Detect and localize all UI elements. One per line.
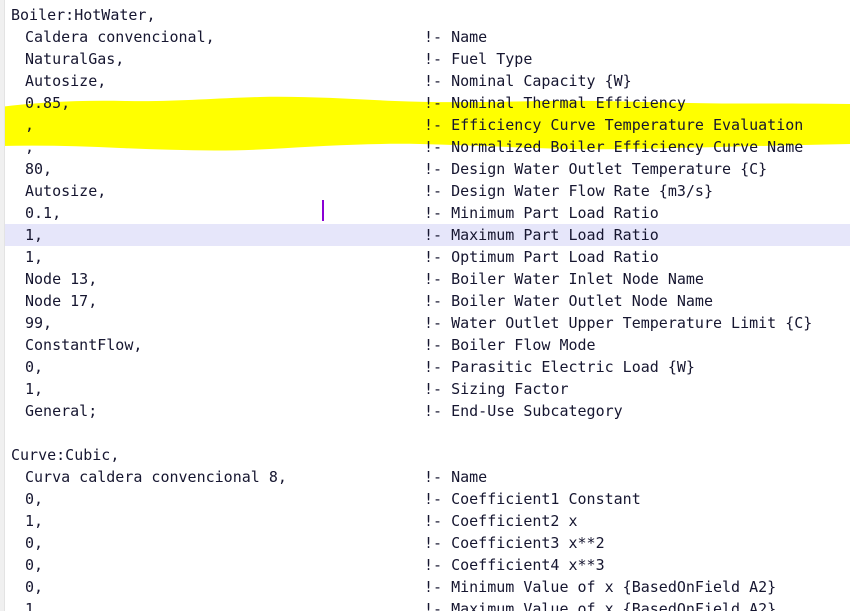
field-value[interactable]: General;: [25, 400, 97, 422]
field-comment[interactable]: !- End-Use Subcategory: [424, 400, 623, 422]
field-value[interactable]: NaturalGas,: [25, 48, 124, 70]
code-line[interactable]: NaturalGas, !- Fuel Type: [0, 48, 850, 70]
field-comment[interactable]: !- Minimum Part Load Ratio: [424, 202, 659, 224]
field-comment[interactable]: !- Name: [424, 26, 487, 48]
field-value[interactable]: Autosize,: [25, 180, 106, 202]
field-comment[interactable]: !- Maximum Value of x {BasedOnField A2}: [424, 598, 776, 611]
code-line[interactable]: Boiler:HotWater,: [0, 4, 850, 26]
field-comment[interactable]: !- Efficiency Curve Temperature Evaluati…: [424, 114, 803, 136]
field-value[interactable]: 1,: [25, 510, 43, 532]
field-value[interactable]: 1,: [25, 598, 43, 611]
field-value[interactable]: 99,: [25, 312, 52, 334]
field-comment[interactable]: !- Boiler Water Inlet Node Name: [424, 268, 704, 290]
code-line[interactable]: 1, !- Sizing Factor: [0, 378, 850, 400]
field-value[interactable]: 0,: [25, 356, 43, 378]
field-comment[interactable]: !- Coefficient1 Constant: [424, 488, 641, 510]
field-comment[interactable]: !- Optimum Part Load Ratio: [424, 246, 659, 268]
code-line[interactable]: 1, !- Coefficient2 x: [0, 510, 850, 532]
field-value[interactable]: Autosize,: [25, 70, 106, 92]
code-line[interactable]: 80, !- Design Water Outlet Temperature {C…: [0, 158, 850, 180]
field-value[interactable]: ConstantFlow,: [25, 334, 142, 356]
code-line[interactable]: ConstantFlow, !- Boiler Flow Mode: [0, 334, 850, 356]
code-line[interactable]: 1, !- Maximum Value of x {BasedOnField A2…: [0, 598, 850, 611]
field-value[interactable]: Node 17,: [25, 290, 97, 312]
field-value[interactable]: 0,: [25, 532, 43, 554]
field-value[interactable]: Node 13,: [25, 268, 97, 290]
code-line[interactable]: 0, !- Parasitic Electric Load {W}: [0, 356, 850, 378]
code-line[interactable]: Node 17, !- Boiler Water Outlet Node Name: [0, 290, 850, 312]
field-comment[interactable]: !- Coefficient3 x**2: [424, 532, 605, 554]
field-value[interactable]: 0.1,: [25, 202, 61, 224]
code-line[interactable]: Node 13, !- Boiler Water Inlet Node Name: [0, 268, 850, 290]
code-line[interactable]: 0.85, !- Nominal Thermal Efficiency: [0, 92, 850, 114]
code-line[interactable]: Curva caldera convencional 8, !- Name: [0, 466, 850, 488]
field-value[interactable]: 1,: [25, 246, 43, 268]
code-line[interactable]: 0.1, !- Minimum Part Load Ratio: [0, 202, 850, 224]
field-comment[interactable]: !- Water Outlet Upper Temperature Limit …: [424, 312, 812, 334]
field-comment[interactable]: !- Minimum Value of x {BasedOnField A2}: [424, 576, 776, 598]
editor-gutter: [0, 0, 5, 611]
code-line[interactable]: 0, !- Coefficient3 x**2: [0, 532, 850, 554]
field-comment[interactable]: !- Name: [424, 466, 487, 488]
idf-text-editor[interactable]: Boiler:HotWater, Caldera convencional, !- …: [0, 0, 850, 611]
field-value[interactable]: 80,: [25, 158, 52, 180]
code-line[interactable]: Autosize, !- Design Water Flow Rate {m3/s…: [0, 180, 850, 202]
code-surface[interactable]: Boiler:HotWater, Caldera convencional, !- …: [0, 0, 850, 611]
code-line[interactable]: 0, !- Minimum Value of x {BasedOnField A2…: [0, 576, 850, 598]
field-value[interactable]: 1,: [25, 378, 43, 400]
field-value[interactable]: 0,: [25, 576, 43, 598]
code-line[interactable]: , !- Normalized Boiler Efficiency Curve N…: [0, 136, 850, 158]
code-line[interactable]: 0, !- Coefficient1 Constant: [0, 488, 850, 510]
field-comment[interactable]: !- Normalized Boiler Efficiency Curve Na…: [424, 136, 803, 158]
field-comment[interactable]: !- Boiler Flow Mode: [424, 334, 596, 356]
field-comment[interactable]: !- Coefficient2 x: [424, 510, 578, 532]
field-value[interactable]: ,: [25, 114, 34, 136]
field-value[interactable]: 0.85,: [25, 92, 70, 114]
code-line[interactable]: General; !- End-Use Subcategory: [0, 400, 850, 422]
code-line[interactable]: [0, 422, 850, 444]
code-line[interactable]: 99, !- Water Outlet Upper Temperature Lim…: [0, 312, 850, 334]
field-value[interactable]: Boiler:HotWater,: [11, 4, 156, 26]
code-line[interactable]: 0, !- Coefficient4 x**3: [0, 554, 850, 576]
field-value[interactable]: 1,: [25, 224, 43, 246]
text-cursor: [322, 200, 324, 221]
line-background: [5, 444, 850, 466]
code-line[interactable]: , !- Efficiency Curve Temperature Evaluat…: [0, 114, 850, 136]
field-comment[interactable]: !- Parasitic Electric Load {W}: [424, 356, 695, 378]
code-line[interactable]: 1, !- Optimum Part Load Ratio: [0, 246, 850, 268]
code-line[interactable]: 1, !- Maximum Part Load Ratio: [0, 224, 850, 246]
field-comment[interactable]: !- Boiler Water Outlet Node Name: [424, 290, 713, 312]
field-comment[interactable]: !- Fuel Type: [424, 48, 532, 70]
field-comment[interactable]: !- Nominal Thermal Efficiency: [424, 92, 686, 114]
field-value[interactable]: 0,: [25, 488, 43, 510]
field-comment[interactable]: !- Sizing Factor: [424, 378, 569, 400]
field-comment[interactable]: !- Nominal Capacity {W}: [424, 70, 632, 92]
line-background: [5, 422, 850, 444]
code-line[interactable]: Caldera convencional, !- Name: [0, 26, 850, 48]
field-value[interactable]: 0,: [25, 554, 43, 576]
field-comment[interactable]: !- Design Water Outlet Temperature {C}: [424, 158, 767, 180]
field-value[interactable]: Curve:Cubic,: [11, 444, 119, 466]
field-value[interactable]: Curva caldera convencional 8,: [25, 466, 287, 488]
field-value[interactable]: Caldera convencional,: [25, 26, 215, 48]
code-line[interactable]: Autosize, !- Nominal Capacity {W}: [0, 70, 850, 92]
field-comment[interactable]: !- Design Water Flow Rate {m3/s}: [424, 180, 713, 202]
field-comment[interactable]: !- Maximum Part Load Ratio: [424, 224, 659, 246]
field-value[interactable]: ,: [25, 136, 34, 158]
field-comment[interactable]: !- Coefficient4 x**3: [424, 554, 605, 576]
code-line[interactable]: Curve:Cubic,: [0, 444, 850, 466]
